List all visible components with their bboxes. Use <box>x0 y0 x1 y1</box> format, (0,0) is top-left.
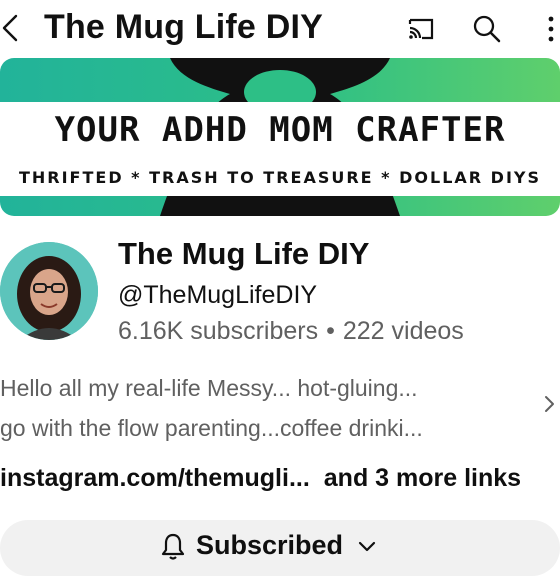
channel-avatar[interactable] <box>0 242 98 340</box>
channel-links: instagram.com/themugli... and 3 more link… <box>0 464 521 493</box>
subscriber-count: 6.16K subscribers <box>118 317 319 345</box>
more-options-button[interactable] <box>534 12 560 46</box>
stats-separator: • <box>326 317 335 345</box>
back-icon <box>2 14 18 42</box>
search-button[interactable] <box>470 12 504 46</box>
back-button[interactable] <box>0 12 22 44</box>
cast-icon <box>408 18 434 40</box>
chevron-right-icon <box>545 396 554 412</box>
channel-description[interactable]: Hello all my real-life Messy... hot-glui… <box>0 368 520 448</box>
subscribed-label: Subscribed <box>196 530 344 560</box>
channel-name: The Mug Life DIY <box>118 236 370 271</box>
more-links-link[interactable]: and 3 more links <box>324 464 521 492</box>
more-vertical-icon <box>548 16 554 42</box>
subscribed-button[interactable]: Subscribed <box>0 520 560 576</box>
search-icon <box>473 15 501 43</box>
avatar-portrait <box>0 242 98 340</box>
subscribed-button-content: Subscribed <box>160 530 377 562</box>
description-expand-button[interactable] <box>540 392 558 416</box>
bell-icon <box>161 533 185 560</box>
page-title: The Mug Life DIY <box>44 8 323 46</box>
banner-headline: YOUR ADHD MOM CRAFTER <box>54 110 506 150</box>
channel-banner: YOUR ADHD MOM CRAFTER THRIFTED * TRASH T… <box>0 58 560 216</box>
top-app-bar: The Mug Life DIY <box>0 0 560 56</box>
banner-tagline: THRIFTED * TRASH TO TREASURE * DOLLAR DI… <box>18 168 542 187</box>
instagram-link[interactable]: instagram.com/themugli... <box>0 464 310 492</box>
description-line-2: go with the flow parenting...coffee drin… <box>0 415 423 441</box>
chevron-down-icon <box>358 541 376 551</box>
cast-button[interactable] <box>404 12 438 46</box>
channel-stats: 6.16K subscribers • 222 videos <box>118 317 464 346</box>
video-count: 222 videos <box>342 317 464 345</box>
description-line-1: Hello all my real-life Messy... hot-glui… <box>0 375 418 401</box>
channel-handle: @TheMugLifeDIY <box>118 281 318 309</box>
